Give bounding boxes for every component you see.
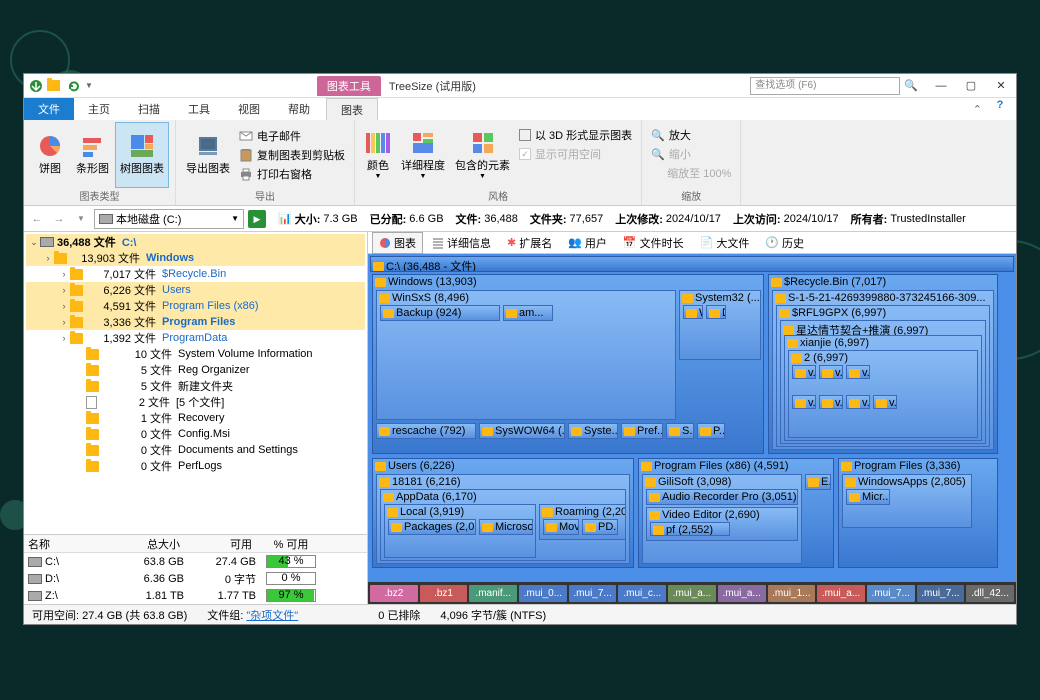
tree-item[interactable]: 0 文件Documents and Settings <box>26 442 365 458</box>
tab-view-big[interactable]: 📄大文件 <box>693 232 757 254</box>
tree-item[interactable]: ›6,226 文件Users <box>26 282 365 298</box>
color-button[interactable]: 颜色▼ <box>361 122 395 188</box>
forward-button[interactable]: → <box>50 210 68 228</box>
detail-button[interactable]: 详细程度▼ <box>397 122 449 188</box>
export-chart-button[interactable]: 导出图表 <box>182 122 234 188</box>
qat-dropdown-icon[interactable]: ▼ <box>85 81 93 90</box>
pie-chart-button[interactable]: 饼图 <box>30 122 70 188</box>
tree-item[interactable]: 0 文件PerfLogs <box>26 458 365 474</box>
view-tabs: 图表 详细信息 ✱扩展名 👥用户 📅文件时长 📄大文件 🕐历史 <box>368 232 1016 254</box>
clipboard-button[interactable]: 复制图表到剪贴板 <box>236 146 348 164</box>
ext-chip[interactable]: .mui_0... <box>519 585 567 602</box>
ext-chip[interactable]: .bz2 <box>370 585 418 602</box>
tree-item[interactable]: 5 文件Reg Organizer <box>26 362 365 378</box>
ribbon-collapse-icon[interactable]: ⌃ <box>973 103 982 116</box>
tab-view-chart[interactable]: 图表 <box>372 232 423 254</box>
tree-item[interactable]: 1 文件Recovery <box>26 410 365 426</box>
tab-file[interactable]: 文件 <box>24 98 74 120</box>
app-icon <box>28 78 44 94</box>
nav-bar: ← → ▼ 本地磁盘 (C:) ▼ ▶ 📊大小: 7.3 GB 已分配: 6.6… <box>24 206 1016 232</box>
back-button[interactable]: ← <box>28 210 46 228</box>
ext-chip[interactable]: .mui_7... <box>867 585 915 602</box>
zoom-in-icon: 🔍 <box>651 129 665 142</box>
ext-chip[interactable]: .mui_1... <box>768 585 816 602</box>
tab-view-details[interactable]: 详细信息 <box>425 232 498 254</box>
print-button[interactable]: 打印右窗格 <box>236 165 348 183</box>
tab-view[interactable]: 视图 <box>224 98 274 120</box>
folder-tree[interactable]: ⌄ 36,488 文件 C:\ ›13,903 文件Windows›7,017 … <box>24 232 367 534</box>
contextual-tab-label: 图表工具 <box>317 76 381 96</box>
tree-item[interactable]: ›13,903 文件Windows <box>26 250 365 266</box>
tab-tools[interactable]: 工具 <box>174 98 224 120</box>
tab-view-age[interactable]: 📅文件时长 <box>616 232 691 254</box>
history-dropdown[interactable]: ▼ <box>72 210 90 228</box>
tab-home[interactable]: 主页 <box>74 98 124 120</box>
ext-chip[interactable]: .bz1 <box>420 585 468 602</box>
close-button[interactable]: ✕ <box>986 75 1016 97</box>
drive-icon <box>99 214 113 224</box>
tree-item[interactable]: ›3,336 文件Program Files <box>26 314 365 330</box>
treemap[interactable]: C:\ (36,488 - 文件) Windows (13,903) WinSx… <box>368 254 1016 582</box>
status-excluded: 0 已排除 <box>378 607 420 623</box>
zoom-reset-button[interactable]: 缩放至 100% <box>648 164 734 182</box>
drive-row[interactable]: D:\6.36 GB0 字节0 % <box>24 570 367 587</box>
help-button[interactable]: ? <box>990 99 1010 119</box>
status-cluster: 4,096 字节/簇 (NTFS) <box>440 607 546 623</box>
app-title: TreeSize (试用版) <box>389 78 476 94</box>
show-avail-checkbox[interactable]: ✓ 显示可用空间 <box>516 145 635 163</box>
email-button[interactable]: 电子邮件 <box>236 127 348 145</box>
statusbar: 可用空间: 27.4 GB (共 63.8 GB) 文件组: "杂项文件" 0 … <box>24 604 1016 624</box>
ext-chip[interactable]: .mui_a... <box>718 585 766 602</box>
minimize-button[interactable]: ― <box>926 75 956 97</box>
app-window: ▼ 图表工具 TreeSize (试用版) 查找选项 (F6) 🔍 ― ▢ ✕ … <box>23 73 1017 625</box>
bar-chart-button[interactable]: 条形图 <box>72 122 113 188</box>
drive-table: 名称 总大小 可用 % 可用 C:\63.8 GB27.4 GB43 %D:\6… <box>24 534 367 604</box>
tree-item[interactable]: 0 文件Config.Msi <box>26 426 365 442</box>
titlebar: ▼ 图表工具 TreeSize (试用版) 查找选项 (F6) 🔍 ― ▢ ✕ <box>24 74 1016 98</box>
ext-chip[interactable]: .mui_a... <box>817 585 865 602</box>
tree-item[interactable]: 2 文件[5 个文件] <box>26 394 365 410</box>
path-input[interactable]: 本地磁盘 (C:) ▼ <box>94 209 244 229</box>
qat-folder-icon[interactable] <box>47 78 63 94</box>
tree-item[interactable]: 10 文件System Volume Information <box>26 346 365 362</box>
tab-chart[interactable]: 图表 <box>326 98 378 120</box>
tab-view-history[interactable]: 🕐历史 <box>758 232 811 254</box>
zoom-out-button[interactable]: 🔍缩小 <box>648 145 734 163</box>
maximize-button[interactable]: ▢ <box>956 75 986 97</box>
tree-item[interactable]: ›7,017 文件$Recycle.Bin <box>26 266 365 282</box>
tree-item[interactable]: 5 文件新建文件夹 <box>26 378 365 394</box>
tab-view-ext[interactable]: ✱扩展名 <box>500 232 559 254</box>
ext-chip[interactable]: .mui_a... <box>668 585 716 602</box>
drive-row[interactable]: C:\63.8 GB27.4 GB43 % <box>24 553 367 570</box>
ext-chip[interactable]: .mui_7... <box>917 585 965 602</box>
tree-item[interactable]: ›1,392 文件ProgramData <box>26 330 365 346</box>
ext-chip[interactable]: .mui_c... <box>618 585 666 602</box>
tab-scan[interactable]: 扫描 <box>124 98 174 120</box>
tree-root[interactable]: ⌄ 36,488 文件 C:\ <box>26 234 365 250</box>
contain-button[interactable]: 包含的元素▼ <box>451 122 514 188</box>
3d-checkbox[interactable]: 以 3D 形式显示图表 <box>516 126 635 144</box>
ext-chip[interactable]: .manif... <box>469 585 517 602</box>
search-input[interactable]: 查找选项 (F6) <box>750 77 900 95</box>
scan-button[interactable]: ▶ <box>248 210 266 228</box>
tab-view-users[interactable]: 👥用户 <box>561 232 614 254</box>
zoom-in-button[interactable]: 🔍放大 <box>648 126 734 144</box>
ext-chip[interactable]: .mui_7... <box>569 585 617 602</box>
search-icon[interactable]: 🔍 <box>904 79 918 92</box>
extension-bar: .bz2.bz1.manif....mui_0....mui_7....mui_… <box>368 582 1016 604</box>
zoom-out-icon: 🔍 <box>651 148 665 161</box>
drive-row[interactable]: Z:\1.81 TB1.77 TB97 % <box>24 587 367 604</box>
ext-chip[interactable]: .dll_42... <box>966 585 1014 602</box>
treemap-button[interactable]: 树图图表 <box>115 122 169 188</box>
ribbon: 饼图 条形图 树图图表 图表类型 导出图表 电子邮件 <box>24 120 1016 206</box>
size-icon: 📊 <box>278 212 292 225</box>
ribbon-tabs: 文件 主页 扫描 工具 视图 帮助 图表 ⌃ ? <box>24 98 1016 120</box>
filegroup-link[interactable]: "杂项文件" <box>246 610 298 622</box>
status-avail: 可用空间: 27.4 GB (共 63.8 GB) <box>32 607 187 623</box>
qat-refresh-icon[interactable] <box>66 78 82 94</box>
tab-help[interactable]: 帮助 <box>274 98 324 120</box>
tree-item[interactable]: ›4,591 文件Program Files (x86) <box>26 298 365 314</box>
